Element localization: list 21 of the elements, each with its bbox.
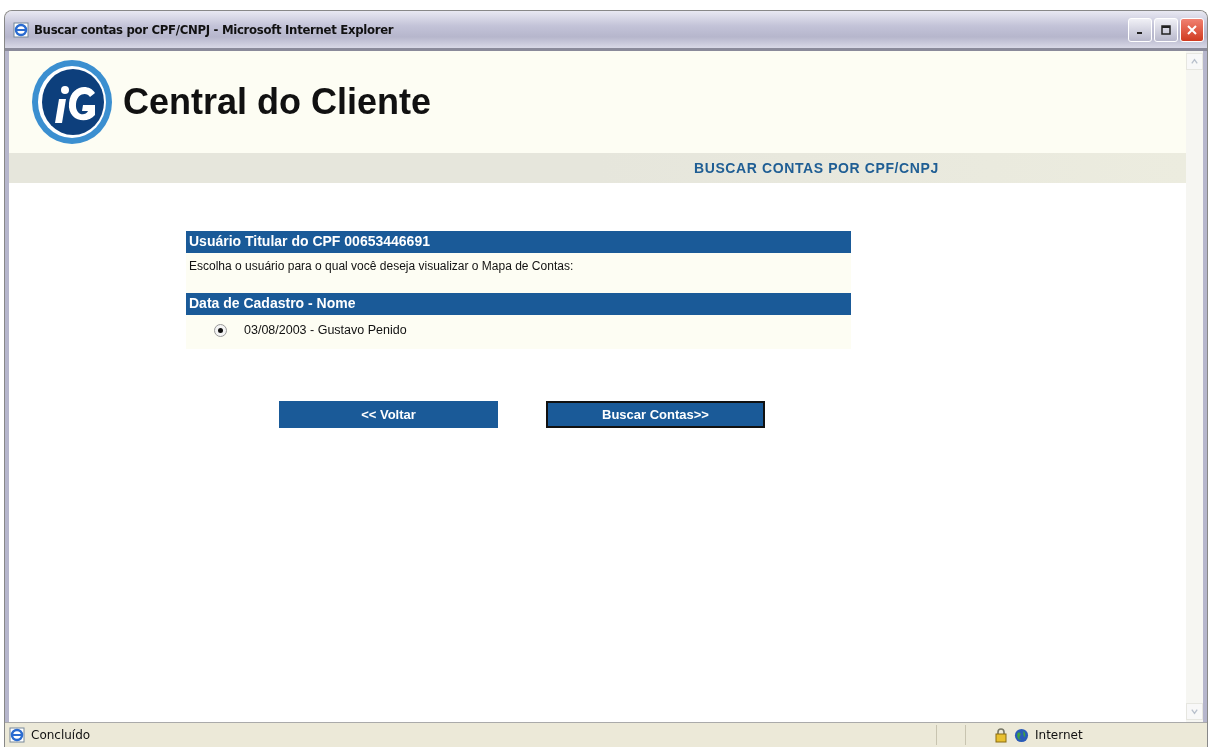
instruction-text: Escolha o usuário para o qual você deseja visualizar o Mapa de Contas: [188, 258, 575, 275]
maximize-icon[interactable] [1161, 24, 1171, 35]
window-title: Buscar contas por CPF/CNPJ - Microsoft Internet Explorer [34, 22, 394, 37]
maximize-button[interactable] [1154, 17, 1178, 42]
section-title: BUSCAR CONTAS POR CPF/CNPJ [694, 160, 939, 176]
list-heading: Data de Cadastro - Nome [186, 293, 851, 315]
radio-button[interactable] [214, 323, 227, 337]
back-button[interactable]: << Voltar [279, 401, 498, 428]
option-label[interactable]: 03/08/2003 - Gustavo Penido [244, 323, 407, 337]
status-text: Concluído [31, 728, 92, 742]
lock-icon [994, 727, 1008, 743]
search-button[interactable]: Buscar Contas>> [546, 401, 765, 428]
site-title: Central do Cliente [123, 81, 432, 123]
browser-icon [13, 21, 29, 38]
close-button[interactable] [1180, 17, 1204, 42]
zone-text: Internet [1035, 728, 1084, 742]
globe-icon [1014, 727, 1029, 743]
close-icon[interactable] [1187, 24, 1197, 35]
logo-icon [29, 59, 115, 145]
panel-heading: Usuário Titular do CPF 00653446691 [186, 231, 851, 253]
page-icon [9, 727, 25, 743]
